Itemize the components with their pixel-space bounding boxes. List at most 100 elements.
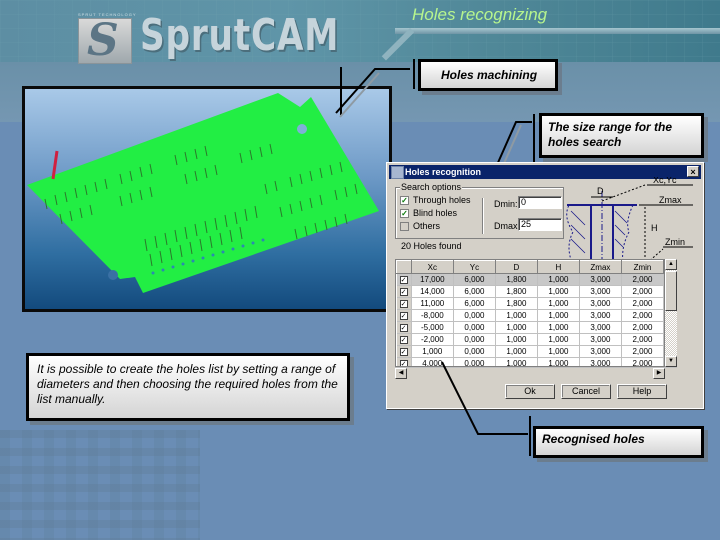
cell-zmin: 2,000: [621, 297, 664, 310]
mounting-hole-icon: [297, 124, 307, 134]
cell-xc: 1,000: [411, 345, 454, 358]
logo-wordmark: SprutCAM: [140, 10, 340, 61]
cell-yc: 0,000: [453, 321, 496, 334]
cell-zmax: 3,000: [579, 333, 622, 346]
callout-recognised-holes: Recognised holes: [533, 426, 704, 458]
cell-zmax: 3,000: [579, 345, 622, 358]
row-checkbox[interactable]: ✓: [399, 324, 408, 332]
cell-h: 1,000: [537, 273, 580, 286]
col-header-d[interactable]: D: [494, 260, 538, 274]
cell-d: 1,800: [495, 285, 538, 298]
cell-zmin: 2,000: [621, 309, 664, 322]
table-row[interactable]: ✓ -5,000 0,000 1,000 1,000 3,000 2,000: [396, 321, 664, 334]
holes-found-count: 20 Holes found: [401, 241, 462, 251]
row-checkbox-cell: ✓: [396, 273, 412, 286]
cell-xc: -5,000: [411, 321, 454, 334]
connector-holes-machining: [335, 59, 415, 118]
cell-d: 1,000: [495, 321, 538, 334]
search-options-group: Search options ✓ Through holes ✓ Blind h…: [395, 182, 564, 239]
row-checkbox[interactable]: ✓: [399, 360, 408, 366]
table-row[interactable]: ✓ 17,000 6,000 1,800 1,000 3,000 2,000: [396, 273, 664, 286]
scroll-right-button[interactable]: ▶: [653, 368, 665, 379]
table-row[interactable]: ✓ -2,000 0,000 1,000 1,000 3,000 2,000: [396, 333, 664, 346]
col-header-zmax[interactable]: Zmax: [578, 260, 622, 274]
diagram-label-zmax: Zmax: [659, 195, 682, 205]
hole-parameters-diagram: D Xc,Yc Zmax H Zmin: [566, 177, 693, 261]
cell-zmax: 3,000: [579, 309, 622, 322]
scroll-up-button[interactable]: ▲: [665, 259, 677, 270]
callout-size-range: The size range for the holes search: [539, 113, 704, 158]
cell-xc: 14,000: [411, 285, 454, 298]
cell-d: 1,800: [495, 273, 538, 286]
row-checkbox-cell: ✓: [396, 309, 412, 322]
header-bevel: [395, 28, 720, 34]
cell-yc: 0,000: [453, 333, 496, 346]
group-separator: [482, 198, 484, 234]
help-button[interactable]: Help: [617, 384, 667, 399]
cell-d: 1,000: [495, 309, 538, 322]
search-options-label: Search options: [400, 182, 463, 192]
cell-d: 1,800: [495, 297, 538, 310]
scroll-thumb[interactable]: [665, 271, 677, 311]
cell-yc: 6,000: [453, 273, 496, 286]
logo-icon: S: [78, 15, 132, 66]
row-checkbox[interactable]: ✓: [399, 288, 408, 296]
option-label: Blind holes: [413, 208, 458, 218]
callout-holes-machining: Holes machining: [418, 59, 558, 91]
col-header-xc[interactable]: Xc: [410, 260, 454, 274]
diagram-label-h: H: [651, 223, 658, 233]
cell-zmin: 2,000: [621, 321, 664, 334]
cell-xc: 17,000: [411, 273, 454, 286]
cancel-button[interactable]: Cancel: [561, 384, 611, 399]
cell-zmax: 3,000: [579, 357, 622, 366]
cell-h: 1,000: [537, 333, 580, 346]
cell-h: 1,000: [537, 309, 580, 322]
scroll-left-button[interactable]: ◀: [395, 368, 407, 379]
option-blind-holes[interactable]: ✓ Blind holes: [400, 207, 457, 219]
table-header-row: Xc Yc D H Zmax Zmin: [396, 260, 664, 274]
app-icon: [391, 166, 404, 179]
row-checkbox[interactable]: ✓: [399, 276, 408, 284]
cell-yc: 0,000: [453, 309, 496, 322]
col-header-h[interactable]: H: [536, 260, 580, 274]
checkbox-blind-holes[interactable]: ✓: [400, 208, 409, 218]
table-row[interactable]: ✓ 1,000 0,000 1,000 1,000 3,000 2,000: [396, 345, 664, 358]
checkbox-others[interactable]: [400, 221, 409, 231]
row-checkbox[interactable]: ✓: [399, 348, 408, 356]
connector-recognised: [441, 361, 531, 456]
mounting-hole-icon: [108, 270, 118, 280]
cell-zmax: 3,000: [579, 273, 622, 286]
cell-zmin: 2,000: [621, 333, 664, 346]
dmin-label: Dmin:: [494, 199, 518, 209]
table-row[interactable]: ✓ 14,000 6,000 1,800 1,000 3,000 2,000: [396, 285, 664, 298]
scroll-down-button[interactable]: ▼: [665, 356, 677, 367]
option-others[interactable]: Others: [400, 220, 440, 232]
table-row[interactable]: ✓ 11,000 6,000 1,800 1,000 3,000 2,000: [396, 297, 664, 310]
slide-title: Holes recognizing: [412, 5, 548, 24]
cell-zmin: 2,000: [621, 345, 664, 358]
cell-zmax: 3,000: [579, 321, 622, 334]
row-checkbox[interactable]: ✓: [399, 300, 408, 308]
cell-xc: 11,000: [411, 297, 454, 310]
table-vertical-scrollbar[interactable]: ▲ ▼: [665, 259, 677, 367]
cell-zmax: 3,000: [579, 285, 622, 298]
dmin-input[interactable]: 0: [518, 196, 562, 209]
close-button[interactable]: ×: [687, 166, 699, 177]
col-header-zmin[interactable]: Zmin: [620, 260, 664, 274]
row-checkbox[interactable]: ✓: [399, 336, 408, 344]
cell-h: 1,000: [537, 345, 580, 358]
cell-xc: -8,000: [411, 309, 454, 322]
dmax-input[interactable]: 25: [518, 218, 562, 231]
col-header-yc[interactable]: Yc: [452, 260, 496, 274]
holes-table[interactable]: Xc Yc D H Zmax Zmin ✓ 17,000 6,000 1,800 1,0…: [395, 259, 665, 367]
checkbox-through-holes[interactable]: ✓: [400, 195, 409, 205]
option-through-holes[interactable]: ✓ Through holes: [400, 194, 471, 206]
table-row[interactable]: ✓ -8,000 0,000 1,000 1,000 3,000 2,000: [396, 309, 664, 322]
circuit-board: [27, 93, 379, 293]
row-checkbox[interactable]: ✓: [399, 312, 408, 320]
cell-yc: 6,000: [453, 297, 496, 310]
cell-d: 1,000: [495, 345, 538, 358]
cell-yc: 6,000: [453, 285, 496, 298]
cell-zmin: 2,000: [621, 285, 664, 298]
row-checkbox-cell: ✓: [396, 345, 412, 358]
